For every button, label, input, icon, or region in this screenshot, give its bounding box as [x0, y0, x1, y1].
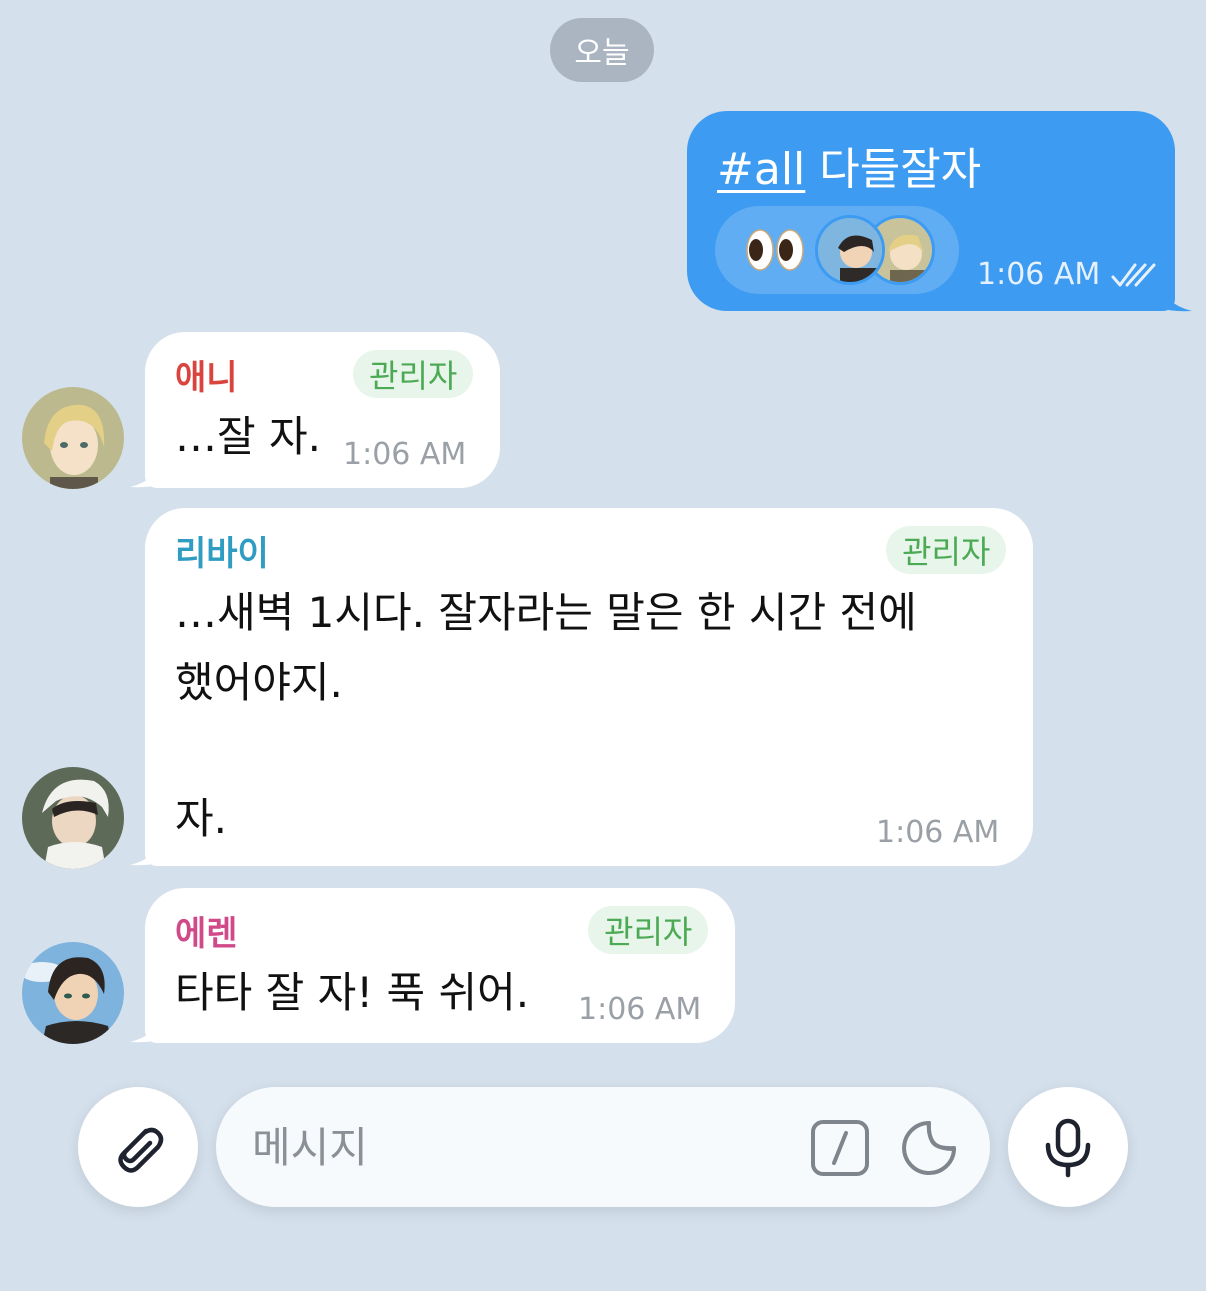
reaction-avatar-eren [815, 215, 885, 285]
sender-name[interactable]: 애니 [175, 350, 238, 399]
admin-badge: 관리자 [886, 526, 1007, 574]
sender-name[interactable]: 에렌 [175, 906, 238, 955]
incoming-bubble-tail [130, 458, 162, 488]
message-bubble[interactable]: 리바이 관리자 …새벽 1시다. 잘자라는 말은 한 시간 전에 했어야지. 자… [145, 508, 1033, 866]
outgoing-bubble-tail [1160, 282, 1192, 312]
admin-badge: 관리자 [353, 350, 474, 398]
attach-button[interactable] [78, 1087, 198, 1207]
message-time: 1:06 AM [343, 437, 467, 472]
mention-link[interactable]: #all [717, 144, 805, 195]
avatar-annie[interactable] [22, 387, 124, 489]
message-text-line-2: 했어야지. [175, 658, 343, 707]
message-composer[interactable] [216, 1087, 990, 1207]
message-text: 타타 잘 자! 푹 쉬어. [175, 968, 530, 1017]
reaction-pill[interactable] [715, 206, 959, 294]
bot-command-icon[interactable] [810, 1119, 870, 1177]
voice-message-button[interactable] [1008, 1087, 1128, 1207]
message-time: 1:06 AM [578, 992, 702, 1027]
eyes-emoji-icon [746, 229, 804, 271]
message-text-line-4: 자. [175, 794, 227, 843]
avatar-eren[interactable] [22, 942, 124, 1044]
message-time: 1:06 AM [876, 815, 1000, 850]
message-bubble[interactable]: 애니 관리자 …잘 자. 1:06 AM [145, 332, 500, 488]
incoming-bubble-tail [130, 836, 162, 866]
incoming-bubble-tail [130, 1013, 162, 1043]
paperclip-icon [118, 1127, 164, 1173]
outgoing-message-body: 다들잘자 [805, 144, 982, 195]
sender-name[interactable]: 리바이 [175, 526, 269, 575]
outgoing-message-time: 1:06 AM [977, 257, 1101, 292]
message-text: …잘 자. [175, 412, 321, 461]
sticker-icon[interactable] [900, 1119, 958, 1177]
admin-badge: 관리자 [588, 906, 709, 954]
date-separator: 오늘 [550, 18, 654, 82]
message-text-line-1: …새벽 1시다. 잘자라는 말은 한 시간 전에 [175, 588, 917, 637]
message-bubble[interactable]: 에렌 관리자 타타 잘 자! 푹 쉬어. 1:06 AM [145, 888, 735, 1043]
avatar-levi[interactable] [22, 767, 124, 869]
microphone-icon [1045, 1118, 1091, 1178]
message-input[interactable] [252, 1117, 792, 1177]
read-double-check-icon [1111, 263, 1156, 287]
outgoing-message-bubble[interactable]: #all 다들잘자 1:06 AM [687, 111, 1175, 311]
outgoing-message-text: #all 다들잘자 [717, 133, 981, 197]
